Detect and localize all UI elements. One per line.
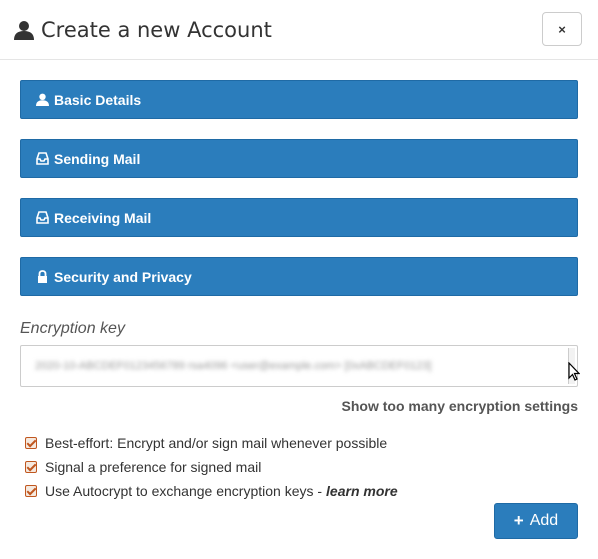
autocrypt-checkbox[interactable]	[25, 485, 37, 497]
panel-receiving-mail[interactable]: Receiving Mail	[20, 198, 578, 237]
close-icon: ×	[558, 21, 566, 37]
option-label: Best-effort: Encrypt and/or sign mail wh…	[45, 435, 388, 451]
encryption-key-label: Encryption key	[20, 320, 125, 337]
mouse-cursor-icon	[568, 362, 580, 381]
signed-mail-checkbox[interactable]	[25, 461, 37, 473]
lock-icon	[36, 270, 49, 283]
show-encryption-settings-link[interactable]: Show too many encryption settings	[342, 398, 578, 414]
panel-label: Receiving Mail	[54, 209, 152, 226]
learn-more-link[interactable]: learn more	[326, 483, 398, 499]
option-label: Signal a preference for signed mail	[45, 459, 262, 475]
option-best-effort: Best-effort: Encrypt and/or sign mail wh…	[25, 434, 387, 452]
option-autocrypt: Use Autocrypt to exchange encryption key…	[25, 482, 398, 500]
best-effort-checkbox[interactable]	[25, 437, 37, 449]
panel-security-privacy[interactable]: Security and Privacy	[20, 257, 578, 296]
encryption-key-value: 2020-10-ABCDEF0123456789 rsa4096 <user@e…	[35, 360, 432, 372]
encryption-key-select[interactable]: 2020-10-ABCDEF0123456789 rsa4096 <user@e…	[20, 345, 578, 387]
dialog-title-text: Create a new Account	[41, 18, 272, 42]
plus-icon: +	[513, 511, 524, 530]
close-button[interactable]: ×	[542, 12, 582, 46]
panel-label: Basic Details	[54, 91, 142, 108]
add-button-label: Add	[529, 512, 559, 529]
option-label: Use Autocrypt to exchange encryption key…	[45, 483, 323, 499]
inbox-icon	[36, 152, 49, 165]
panel-label: Security and Privacy	[54, 268, 192, 285]
user-icon	[14, 21, 34, 40]
option-signed-mail: Signal a preference for signed mail	[25, 458, 261, 476]
user-icon	[36, 93, 49, 106]
dialog-header: Create a new Account ×	[0, 0, 598, 60]
dialog-title: Create a new Account	[14, 14, 272, 46]
panel-label: Sending Mail	[54, 150, 141, 167]
add-button[interactable]: + Add	[494, 503, 578, 539]
panel-basic-details[interactable]: Basic Details	[20, 80, 578, 119]
panel-sending-mail[interactable]: Sending Mail	[20, 139, 578, 178]
inbox-icon	[36, 211, 49, 224]
